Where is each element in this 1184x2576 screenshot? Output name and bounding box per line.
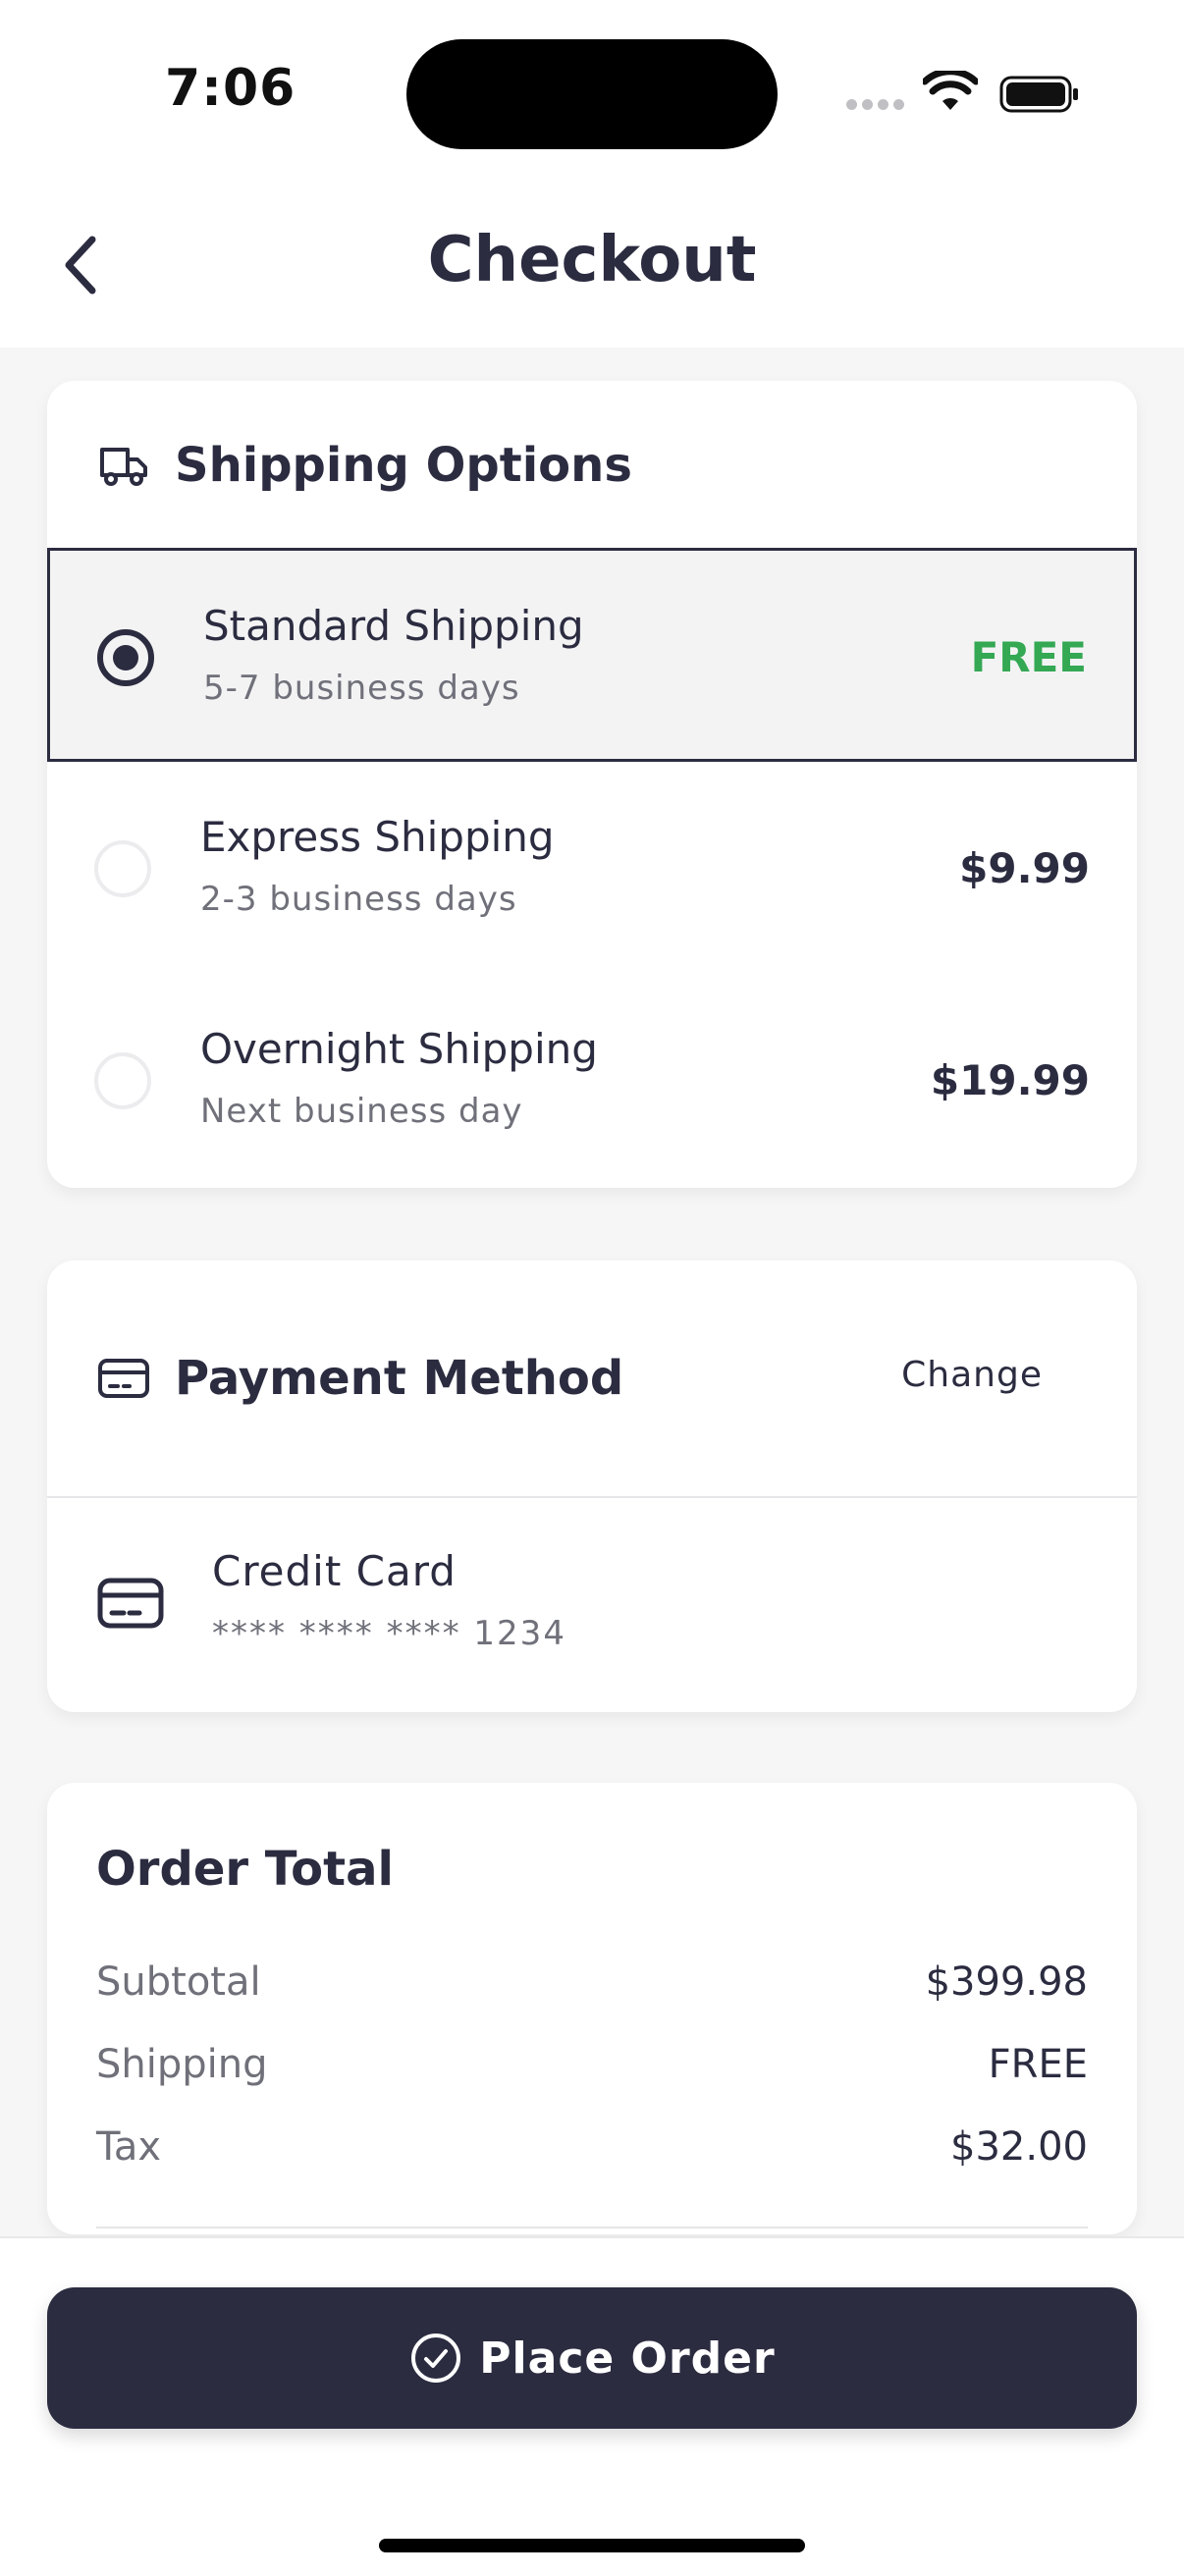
shipping-cost-label: Shipping bbox=[96, 2042, 268, 2087]
radio-unselected[interactable] bbox=[94, 1052, 151, 1109]
payment-method-title: Payment Method bbox=[175, 1351, 624, 1406]
order-total-card: Order Total Subtotal $399.98 Shipping FR… bbox=[47, 1783, 1137, 2234]
tax-value: $32.00 bbox=[950, 2124, 1088, 2170]
credit-card-icon bbox=[98, 1359, 149, 1398]
bottom-action-bar: Place Order bbox=[0, 2236, 1184, 2576]
check-circle-icon bbox=[411, 2334, 461, 2383]
shipping-option-standard[interactable]: Standard Shipping 5-7 business days FREE bbox=[47, 548, 1137, 762]
shipping-options-header: Shipping Options bbox=[96, 434, 632, 497]
shipping-option-express[interactable]: Express Shipping 2-3 business days $9.99 bbox=[47, 762, 1137, 976]
shipping-option-price: $19.99 bbox=[930, 1056, 1090, 1104]
tax-label: Tax bbox=[96, 2124, 161, 2170]
status-time: 7:06 bbox=[165, 59, 296, 118]
battery-icon bbox=[999, 76, 1078, 113]
place-order-button[interactable]: Place Order bbox=[47, 2287, 1137, 2429]
shipping-option-eta: 5-7 business days bbox=[203, 669, 520, 708]
navigation-bar: Checkout bbox=[0, 187, 1184, 348]
credit-card-icon bbox=[97, 1578, 164, 1629]
place-order-label: Place Order bbox=[479, 2333, 776, 2384]
divider bbox=[47, 1496, 1137, 1498]
dynamic-island bbox=[406, 39, 778, 149]
shipping-option-name: Overnight Shipping bbox=[200, 1025, 598, 1073]
payment-method-header: Payment Method bbox=[96, 1347, 623, 1410]
shipping-options-card: Shipping Options Standard Shipping 5-7 b… bbox=[47, 381, 1137, 1188]
subtotal-value: $399.98 bbox=[925, 1959, 1088, 2005]
shipping-option-overnight[interactable]: Overnight Shipping Next business day $19… bbox=[47, 974, 1137, 1188]
radio-unselected[interactable] bbox=[94, 840, 151, 897]
shipping-option-price: $9.99 bbox=[959, 844, 1090, 892]
truck-icon bbox=[100, 448, 147, 486]
status-bar: 7:06 bbox=[0, 0, 1184, 187]
shipping-option-price: FREE bbox=[970, 633, 1087, 681]
shipping-options-title: Shipping Options bbox=[175, 438, 632, 493]
wifi-icon bbox=[923, 71, 978, 110]
card-number: **** **** **** 1234 bbox=[212, 1614, 566, 1653]
page-title: Checkout bbox=[427, 224, 757, 296]
radio-selected[interactable] bbox=[97, 629, 154, 686]
cellular-signal-icon bbox=[846, 99, 905, 111]
shipping-option-eta: Next business day bbox=[200, 1092, 523, 1131]
subtotal-row: Subtotal $399.98 bbox=[96, 1959, 1088, 2018]
subtotal-label: Subtotal bbox=[96, 1959, 261, 2005]
shipping-cost-row: Shipping FREE bbox=[96, 2042, 1088, 2101]
home-indicator bbox=[379, 2539, 805, 2552]
tax-row: Tax $32.00 bbox=[96, 2124, 1088, 2183]
shipping-option-name: Express Shipping bbox=[200, 813, 555, 861]
divider bbox=[96, 2227, 1088, 2228]
payment-method-name: Credit Card bbox=[212, 1547, 457, 1595]
payment-method-card: Payment Method Change Credit Card **** *… bbox=[47, 1261, 1137, 1712]
change-payment-button[interactable]: Change bbox=[901, 1355, 1043, 1395]
shipping-option-eta: 2-3 business days bbox=[200, 880, 517, 919]
shipping-option-name: Standard Shipping bbox=[203, 602, 584, 650]
shipping-cost-value: FREE bbox=[988, 2042, 1088, 2087]
order-total-title: Order Total bbox=[96, 1842, 394, 1897]
